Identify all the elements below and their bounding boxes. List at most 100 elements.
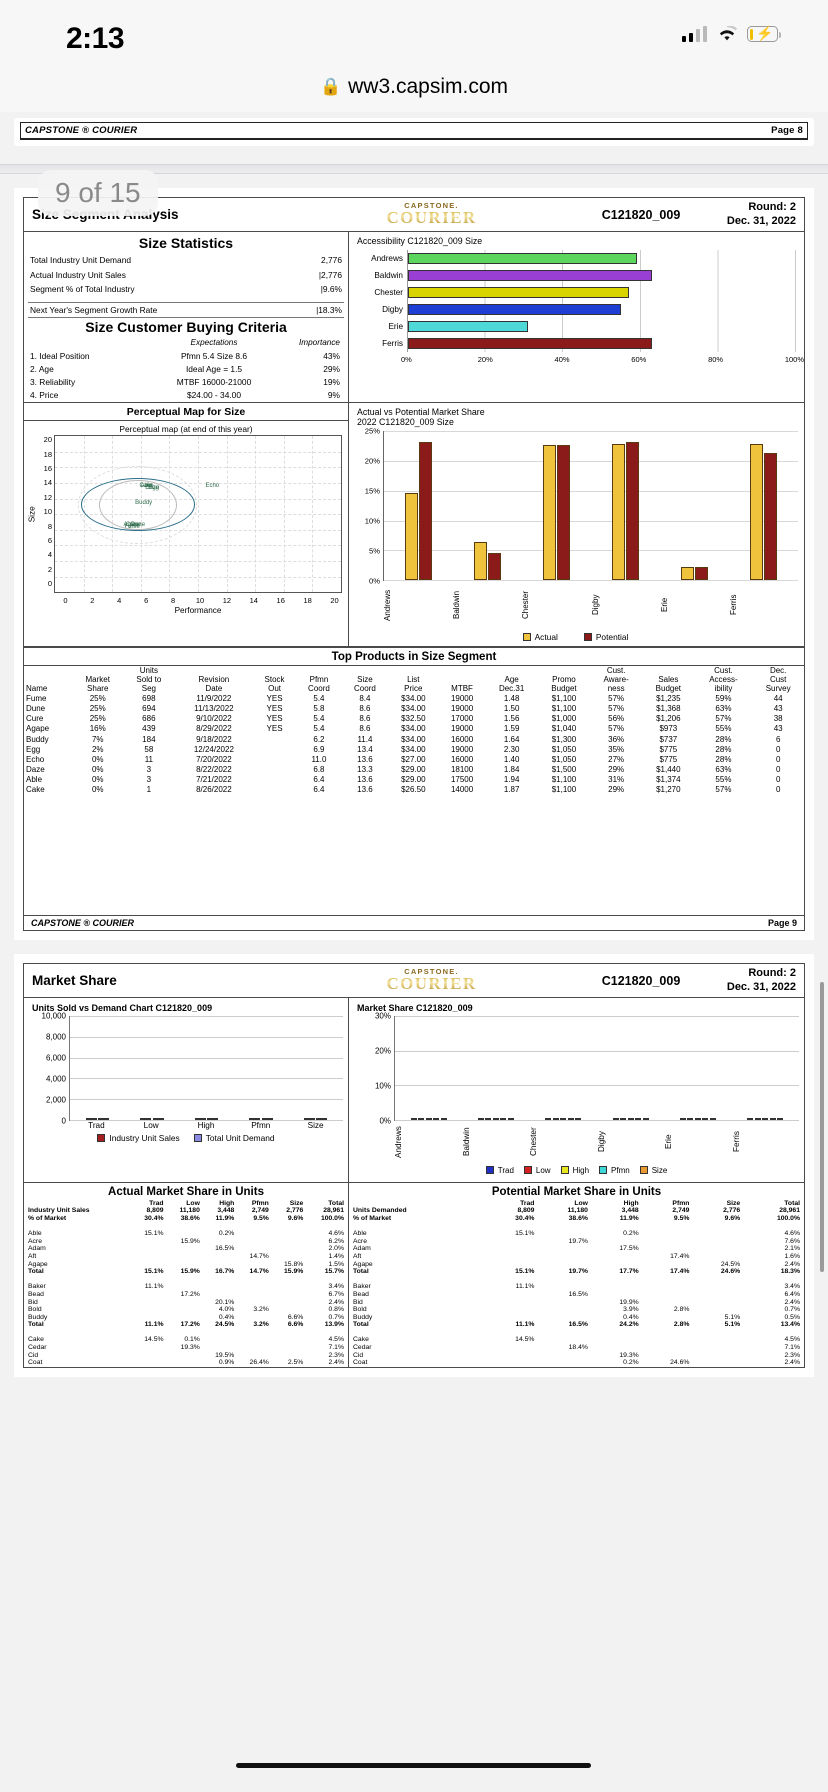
browser-url-bar[interactable]: 🔒 ww3.capsim.com (0, 62, 828, 112)
cell-units: 1 (146, 785, 152, 795)
data-cell: 24.5% (215, 1321, 235, 1329)
data-cell (130, 1291, 164, 1299)
cell-pfmn: 5.4 (313, 724, 325, 734)
data-cell (130, 1351, 164, 1359)
row-label: Cid (353, 1351, 364, 1359)
page-viewport[interactable]: CAPSTONE ® COURIER Page 8 9 of 15 Size S… (0, 112, 828, 1792)
data-cell (270, 1344, 304, 1352)
column-header: Promo (552, 675, 576, 685)
cell-share: 0% (91, 775, 104, 785)
cell-promo: $1,050 (551, 744, 577, 754)
table-row: Total 15.1% 15.9% 16.7% 14.7% 15.9% 15.7% (27, 1268, 345, 1276)
data-cell: 24.6% (670, 1359, 690, 1367)
accessibility-tick: 40% (554, 355, 570, 364)
share-chart2-legend: Trad Low High Pfmn Size (354, 1163, 799, 1179)
data-cell (201, 1253, 235, 1261)
potential-share-title: Potential Market Share in Units (491, 1186, 662, 1199)
row-label: Bold (28, 1306, 42, 1314)
vertical-scrollbar[interactable] (820, 982, 824, 1272)
spacer-cell (27, 1275, 345, 1283)
chart-bar (303, 1118, 315, 1121)
data-cell: 0.5% (784, 1313, 801, 1321)
chart-ytick: 6,000 (45, 1053, 66, 1063)
criteria-row: 2. Age Ideal Age = 1.5 29% (24, 363, 348, 376)
accessibility-tick: 0% (401, 355, 412, 364)
data-cell (130, 1359, 164, 1367)
column-header: Coord (308, 684, 330, 694)
column-header (175, 666, 254, 675)
data-cell (640, 1237, 691, 1245)
column-header: Total (328, 1200, 344, 1208)
actual-share-table: Trad Low High Pfmn Size Total Industry Unit Sa… (27, 1200, 345, 1366)
share-bar (764, 453, 777, 581)
row-label: Acre (353, 1237, 367, 1245)
chart-category-label: High (197, 1121, 215, 1131)
perceptual-map-ylabel: Size (27, 506, 37, 523)
column-header: Cust. (714, 666, 733, 676)
accessibility-row: Erie (355, 318, 796, 335)
data-cell (235, 1245, 269, 1253)
data-cell (485, 1298, 536, 1306)
share-bar (419, 442, 432, 581)
cell-rev: 9/18/2022 (196, 734, 232, 744)
share-chart-yticks: 25% 20% 15% 10% 5% 0% (353, 427, 383, 586)
table-header-row: Units Cust. Cust. Dec. (24, 666, 804, 675)
cell-name: Buddy (26, 734, 49, 744)
cell-age: 2.30 (503, 744, 520, 754)
table-row: Cid 19.3% 2.3% (352, 1351, 801, 1359)
data-cell: 3.4% (784, 1283, 801, 1291)
column-header: Pfmn (309, 675, 329, 685)
buying-criteria-list: 1. Ideal Position Pfmn 5.4 Size 8.6 43% 2. … (24, 350, 348, 402)
share-ytick: 0% (369, 576, 380, 586)
column-header (642, 666, 694, 675)
summary-value: 2,776 (723, 1207, 741, 1215)
data-cell (235, 1344, 269, 1352)
data-cell: 15.1% (144, 1268, 164, 1276)
table-row: Baker 11.1% 3.4% (27, 1283, 345, 1291)
market-share-chart-panel: Market Share C121820_009 30% 20% 10% 0% And… (349, 998, 804, 1182)
accessibility-tick: 100% (784, 355, 805, 364)
data-cell: 0.4% (218, 1313, 235, 1321)
table-row: Agape 15.8% 1.5% (27, 1260, 345, 1268)
data-cell: 18.3% (780, 1268, 800, 1276)
share-chart2-plot (394, 1016, 799, 1122)
data-cell (690, 1253, 741, 1261)
cell-survey: 38 (773, 714, 783, 724)
data-cell: 3.4% (328, 1283, 345, 1291)
chart-bar (687, 1118, 694, 1121)
data-cell: 15.9% (284, 1268, 304, 1276)
column-header: Market (85, 675, 110, 685)
table-row: Cedar 18.4% 7.1% (352, 1344, 801, 1352)
table-row: Buddy 0.4% 5.1% 0.5% (352, 1313, 801, 1321)
battery-charging-icon: ⚡ (747, 26, 781, 42)
data-cell (165, 1306, 201, 1314)
data-cell (589, 1260, 640, 1268)
data-cell: 17.2% (180, 1290, 200, 1298)
cell-pfmn: 5.4 (313, 714, 325, 724)
summary-value: 11,180 (179, 1207, 200, 1215)
chart-bar (418, 1118, 425, 1121)
chart-bar (85, 1118, 97, 1121)
data-cell (535, 1245, 588, 1253)
pm-product-label: Buddy (135, 500, 153, 507)
legend-swatch (193, 1134, 202, 1143)
spacer-cell (352, 1275, 801, 1283)
cell-size: 8.4 (359, 693, 371, 703)
top-products-title: Top Products in Size Segment (24, 647, 804, 667)
data-cell: 1.6% (784, 1252, 801, 1260)
chart-bar (777, 1118, 784, 1121)
row-label: Bead (353, 1290, 369, 1298)
cell-age: 1.40 (503, 754, 520, 764)
column-header: ness (607, 684, 625, 694)
data-cell (640, 1351, 691, 1359)
accessibility-row: Ferris (355, 335, 796, 352)
actual-share-title: Actual Market Share in Units (108, 1186, 264, 1199)
row-label: Adam (353, 1245, 371, 1253)
data-cell (485, 1351, 536, 1359)
summary-value: 28,961 (779, 1207, 800, 1215)
row-label: Bid (353, 1298, 363, 1306)
summary-value: 3,448 (217, 1207, 235, 1215)
horizontal-scrollbar[interactable] (236, 1763, 591, 1768)
chart-bar (152, 1118, 164, 1121)
statistic-row: Actual Industry Unit Sales |2,776 (24, 268, 348, 283)
